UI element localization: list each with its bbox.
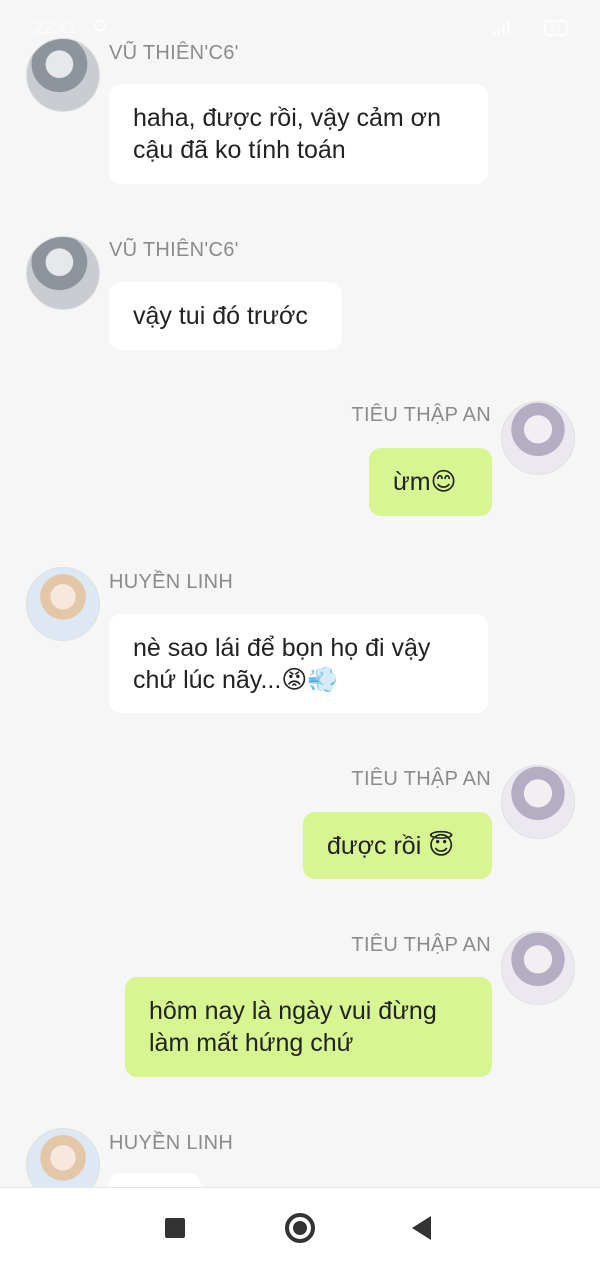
- sender-name: HUYỀN LINH: [109, 1132, 234, 1154]
- avatar[interactable]: [26, 236, 100, 310]
- status-bar: 22:41 ⚙ ◠ 21: [0, 0, 600, 58]
- message-bubble[interactable]: haha, được rồi, vậy cảm ơn cậu đã ko tín…: [109, 84, 488, 184]
- wifi-icon: ◠: [519, 20, 534, 37]
- sender-name: HUYỀN LINH: [109, 571, 234, 593]
- message-bubble[interactable]: nè sao lái để bọn họ đi vậy chứ lúc nãy.…: [109, 614, 488, 713]
- home-icon[interactable]: [285, 1213, 315, 1243]
- message-bubble[interactable]: vậy tui đó trước: [109, 282, 342, 350]
- avatar[interactable]: [501, 765, 575, 839]
- sender-name: TIÊU THẬP AN: [351, 934, 491, 956]
- sender-name: VŨ THIÊN'C6': [109, 239, 239, 261]
- signal-icon: [491, 21, 510, 35]
- back-icon[interactable]: [412, 1216, 431, 1240]
- avatar[interactable]: [501, 401, 575, 475]
- chat-area[interactable]: VŨ THIÊN'C6' haha, được rồi, vậy cảm ơn …: [0, 0, 600, 1187]
- status-time: 22:41: [34, 18, 77, 37]
- recent-apps-icon[interactable]: [165, 1218, 185, 1238]
- battery-icon: 21: [543, 20, 568, 36]
- message-bubble[interactable]: [109, 1173, 201, 1187]
- avatar[interactable]: [501, 931, 575, 1005]
- sender-name: TIÊU THẬP AN: [351, 404, 491, 426]
- avatar[interactable]: [26, 1128, 100, 1187]
- message-bubble[interactable]: hôm nay là ngày vui đừng làm mất hứng ch…: [125, 977, 492, 1077]
- navigation-bar: [0, 1187, 600, 1268]
- avatar[interactable]: [26, 567, 100, 641]
- sender-name: TIÊU THẬP AN: [351, 768, 491, 790]
- settings-gear-icon: ⚙: [92, 16, 109, 36]
- message-bubble[interactable]: ừm😊: [369, 448, 492, 516]
- status-indicators: ◠ 21: [491, 18, 568, 38]
- message-bubble[interactable]: được rồi 😇: [303, 812, 492, 879]
